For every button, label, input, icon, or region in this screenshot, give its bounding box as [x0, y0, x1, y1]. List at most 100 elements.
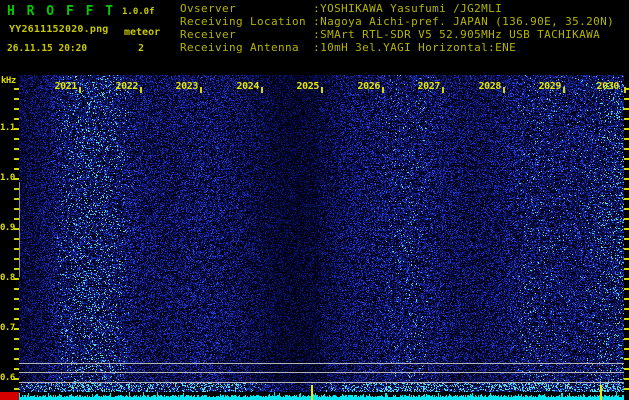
tick-mark	[624, 158, 629, 160]
tick-mark	[624, 208, 629, 210]
tick-mark	[624, 338, 629, 340]
tick-mark	[624, 308, 629, 310]
tick-mark	[382, 87, 384, 93]
output-filename: YY2611152020.png	[9, 24, 109, 35]
time-label-2025: 2025	[296, 81, 320, 92]
tick-mark	[14, 108, 19, 110]
freq-label-1-1: 1.1	[0, 123, 15, 133]
tick-mark	[624, 178, 629, 180]
tick-mark	[624, 228, 629, 230]
reference-line-1	[19, 363, 624, 364]
tick-mark	[140, 87, 142, 93]
time-label-2026: 2026	[357, 81, 381, 92]
station-info-block: Ovserver :YOSHIKAWA Yasufumi /JG2MLI Rec…	[180, 2, 614, 54]
tick-mark	[14, 148, 19, 150]
tick-mark	[442, 87, 444, 93]
observer-line: Ovserver :YOSHIKAWA Yasufumi /JG2MLI	[180, 2, 503, 15]
meteor-count: 2	[138, 43, 145, 54]
reference-line-2	[19, 372, 624, 373]
freq-label-1-0: 1.0	[0, 173, 15, 183]
tick-mark	[624, 248, 629, 250]
tick-mark	[624, 288, 629, 290]
tick-mark	[624, 378, 629, 380]
time-label-2024: 2024	[236, 81, 260, 92]
meteor-event-marker	[600, 385, 602, 400]
tick-mark	[624, 168, 629, 170]
tick-mark	[624, 118, 629, 120]
reference-line-3	[19, 382, 624, 383]
time-label-2022: 2022	[115, 81, 139, 92]
tick-mark	[14, 178, 19, 180]
tick-mark	[624, 268, 629, 270]
hrofft-window: H R O F F T 1.0.0f YY2611152020.png mete…	[0, 0, 629, 400]
tick-mark	[14, 318, 19, 320]
freq-axis-unit: kHz	[1, 76, 16, 86]
tick-mark	[624, 148, 629, 150]
tick-mark	[624, 258, 629, 260]
tick-mark	[624, 368, 629, 370]
tick-mark	[14, 128, 19, 130]
tick-mark	[624, 388, 629, 390]
app-version: 1.0.0f	[122, 7, 155, 17]
tick-mark	[624, 348, 629, 350]
tick-mark	[261, 87, 263, 93]
tick-mark	[14, 298, 19, 300]
tick-mark	[624, 358, 629, 360]
antenna-line: Receiving Antenna :10mH 3el.YAGI Horizon…	[180, 41, 517, 54]
tick-mark	[14, 388, 19, 390]
left-edge-scale-line	[19, 182, 20, 277]
tick-mark	[503, 87, 505, 93]
tick-mark	[14, 348, 19, 350]
tick-mark	[624, 138, 629, 140]
time-label-2023: 2023	[175, 81, 199, 92]
tick-mark	[14, 158, 19, 160]
spectrogram-canvas	[19, 75, 624, 392]
tick-mark	[14, 288, 19, 290]
tick-mark	[14, 228, 19, 230]
freq-label-0-8: 0.8	[0, 273, 15, 283]
tick-mark	[563, 87, 565, 93]
app-title: H R O F F T	[7, 4, 116, 19]
tick-mark	[14, 238, 19, 240]
tick-mark	[14, 358, 19, 360]
tick-mark	[624, 328, 629, 330]
tick-mark	[624, 87, 626, 93]
tick-mark	[14, 338, 19, 340]
corner-red-block	[0, 392, 19, 400]
time-label-2029: 2029	[538, 81, 562, 92]
tick-mark	[14, 138, 19, 140]
tick-mark	[14, 378, 19, 380]
tick-mark	[14, 118, 19, 120]
tick-mark	[624, 108, 629, 110]
tick-mark	[624, 218, 629, 220]
tick-mark	[14, 308, 19, 310]
tick-mark	[624, 238, 629, 240]
tick-mark	[624, 98, 629, 100]
tick-mark	[624, 298, 629, 300]
tick-mark	[624, 318, 629, 320]
time-label-2030: 2030	[596, 81, 620, 92]
tick-mark	[624, 278, 629, 280]
tick-mark	[14, 368, 19, 370]
tick-mark	[14, 328, 19, 330]
tick-mark	[14, 268, 19, 270]
tick-mark	[14, 208, 19, 210]
tick-mark	[624, 188, 629, 190]
amplitude-strip-canvas	[19, 392, 624, 400]
tick-mark	[14, 278, 19, 280]
tick-mark	[200, 87, 202, 93]
time-label-2021: 2021	[54, 81, 78, 92]
tick-mark	[14, 98, 19, 100]
location-line: Receiving Location :Nagoya Aichi-pref. J…	[180, 15, 615, 28]
tick-mark	[79, 87, 81, 93]
tick-mark	[624, 198, 629, 200]
tick-mark	[14, 198, 19, 200]
tick-mark	[14, 258, 19, 260]
freq-label-0-6: 0.6	[0, 373, 15, 383]
tick-mark	[14, 248, 19, 250]
tick-mark	[14, 188, 19, 190]
tick-mark	[624, 128, 629, 130]
freq-label-0-9: 0.9	[0, 223, 15, 233]
tick-mark	[321, 87, 323, 93]
receiver-line: Receiver :SMArt RTL-SDR V5 52.905MHz USB…	[180, 28, 601, 41]
